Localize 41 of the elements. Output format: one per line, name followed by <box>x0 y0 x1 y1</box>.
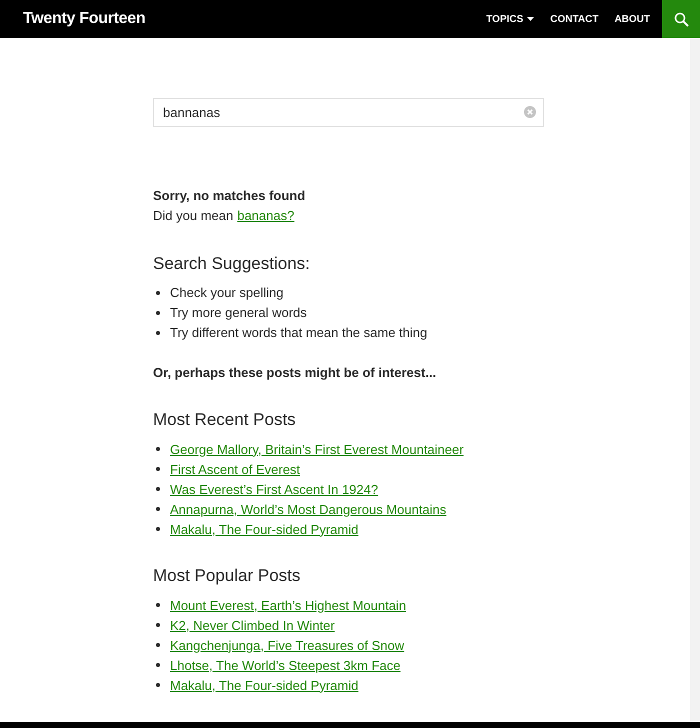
bullet-icon <box>156 447 160 451</box>
caret-icon <box>527 17 534 21</box>
nav-link[interactable]: TOPICS <box>478 0 542 38</box>
search-field[interactable]: bannanas <box>153 98 544 127</box>
bullet-icon <box>156 487 160 491</box>
suggestion-link[interactable]: bananas? <box>237 208 294 223</box>
bullet-icon <box>156 467 160 471</box>
bullet-icon <box>156 603 160 607</box>
post-link[interactable]: Annapurna, World’s Most Dangerous Mountains <box>170 502 446 516</box>
bullet-icon <box>156 663 160 667</box>
bullet-icon <box>156 507 160 511</box>
suggestion-text: Check your spelling <box>170 284 284 302</box>
interest-note: Or, perhaps these posts might be of interest... <box>153 364 438 382</box>
post-link[interactable]: George Mallory, Britain’s First Everest Mountaineer <box>170 442 464 456</box>
suggestion-text: Try more general words <box>170 304 307 322</box>
section-heading: Most Popular Posts <box>153 565 302 587</box>
post-link[interactable]: Kangchenjunga, Five Treasures of Snow <box>170 638 404 652</box>
bullet-icon <box>156 623 160 627</box>
post-link[interactable]: First Ascent of Everest <box>170 462 300 476</box>
bullet-icon <box>156 683 160 687</box>
post-link[interactable]: Makalu, The Four-sided Pyramid <box>170 678 358 692</box>
post-link[interactable]: Was Everest’s First Ascent In 1924? <box>170 482 378 496</box>
no-results-title: Sorry, no matches found <box>153 187 306 205</box>
bullet-icon <box>156 331 160 335</box>
bullet-icon <box>156 643 160 647</box>
post-link[interactable]: Mount Everest, Earth’s Highest Mountain <box>170 598 406 612</box>
section-heading: Most Recent Posts <box>153 409 297 431</box>
section-heading: Search Suggestions: <box>153 253 311 275</box>
search-icon <box>674 12 688 26</box>
nav-link[interactable]: ABOUT <box>606 0 658 38</box>
search-button[interactable] <box>662 0 700 38</box>
bullet-icon <box>156 291 160 295</box>
bullet-icon <box>156 527 160 531</box>
post-link[interactable]: Lhotse, The World’s Steepest 3km Face <box>170 658 401 672</box>
site-title: Twenty Fourteen <box>23 10 146 28</box>
suggestion-text: Try different words that mean the same thing <box>170 324 428 342</box>
nav-link[interactable]: CONTACT <box>542 0 606 38</box>
post-link[interactable]: Makalu, The Four-sided Pyramid <box>170 522 358 536</box>
bullet-icon <box>156 311 160 315</box>
did-you-mean-text: Did you mean <box>153 207 234 225</box>
post-link[interactable]: K2, Never Climbed In Winter <box>170 618 335 632</box>
